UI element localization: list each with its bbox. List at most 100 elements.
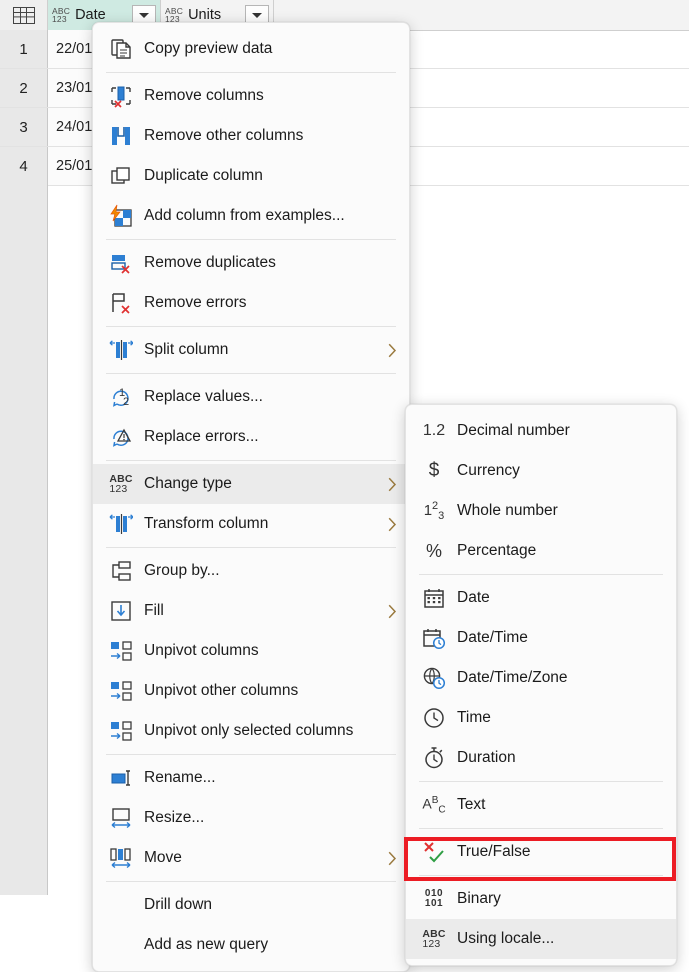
menu-item-decimal-number[interactable]: 1.2Decimal number [406, 411, 676, 451]
move-icon [106, 844, 136, 872]
menu-separator [419, 574, 663, 575]
chevron-right-icon [385, 604, 399, 619]
abc-123-any-type-icon: ABC123 [106, 470, 136, 498]
menu-item-label: Resize... [144, 809, 385, 827]
menu-item-remove-columns[interactable]: Remove columns [93, 76, 409, 116]
menu-item-label: Transform column [144, 515, 385, 533]
menu-item-resize[interactable]: Resize... [93, 798, 409, 838]
menu-item-label: Drill down [144, 896, 385, 914]
menu-item-label: Add column from examples... [144, 207, 385, 225]
menu-item-true-false[interactable]: True/False [406, 832, 676, 872]
date-time-icon [419, 624, 449, 652]
menu-item-label: Add as new query [144, 936, 385, 954]
row-number: 4 [0, 147, 48, 185]
row-number: 2 [0, 69, 48, 107]
menu-item-whole-number[interactable]: 123Whole number [406, 491, 676, 531]
chevron-right-icon [385, 851, 399, 866]
menu-item-binary[interactable]: 010101Binary [406, 879, 676, 919]
select-all-table-icon[interactable] [0, 0, 48, 30]
menu-separator [419, 781, 663, 782]
chevron-right-icon [385, 343, 399, 358]
menu-separator [419, 828, 663, 829]
menu-item-label: Date/Time [457, 629, 652, 647]
menu-item-label: Duplicate column [144, 167, 385, 185]
menu-item-date[interactable]: Date [406, 578, 676, 618]
abc-123-any-type-icon: ABC123 [419, 925, 449, 953]
date-time-zone-icon [419, 664, 449, 692]
menu-item-date-time-zone[interactable]: Date/Time/Zone [406, 658, 676, 698]
change-type-submenu[interactable]: 1.2Decimal number $ Currency 123Whole numbe… [405, 404, 677, 966]
column-context-menu[interactable]: Copy preview data Remove columnsRemove ot… [92, 22, 410, 972]
currency-icon: $ [419, 457, 449, 485]
row-gutter-filler [0, 182, 48, 895]
split-column-icon [106, 336, 136, 364]
menu-item-label: Percentage [457, 542, 652, 560]
menu-item-label: Replace values... [144, 388, 385, 406]
menu-item-label: Date [457, 589, 652, 607]
percentage-icon: % [419, 537, 449, 565]
menu-item-label: Unpivot only selected columns [144, 722, 385, 740]
menu-item-label: Time [457, 709, 652, 727]
menu-item-label: Unpivot other columns [144, 682, 385, 700]
menu-item-move[interactable]: Move [93, 838, 409, 878]
menu-item-change-type[interactable]: ABC123 Change type [93, 464, 409, 504]
menu-item-transform-column[interactable]: Transform column [93, 504, 409, 544]
unpivot-selected-columns-icon [106, 717, 136, 745]
menu-item-split-column[interactable]: Split column [93, 330, 409, 370]
menu-separator [106, 373, 396, 374]
menu-item-fill[interactable]: Fill [93, 591, 409, 631]
menu-item-percentage[interactable]: % Percentage [406, 531, 676, 571]
chevron-right-icon [385, 517, 399, 532]
menu-separator [106, 72, 396, 73]
replace-values-icon: 12 [106, 383, 136, 411]
transform-column-icon [106, 510, 136, 538]
replace-errors-icon [106, 423, 136, 451]
menu-item-add-as-new-query[interactable]: Add as new query [93, 925, 409, 965]
menu-separator [106, 881, 396, 882]
menu-item-text[interactable]: ABCText [406, 785, 676, 825]
menu-item-unpivot-columns[interactable]: Unpivot columns [93, 631, 409, 671]
menu-item-add-column-from-examples[interactable]: Add column from examples... [93, 196, 409, 236]
column-header-label: Units [188, 7, 245, 23]
menu-item-label: Text [457, 796, 652, 814]
menu-item-time[interactable]: Time [406, 698, 676, 738]
clock-time-icon [419, 704, 449, 732]
menu-item-rename[interactable]: Rename... [93, 758, 409, 798]
menu-item-label: Rename... [144, 769, 385, 787]
remove-duplicates-icon [106, 249, 136, 277]
rename-icon [106, 764, 136, 792]
menu-item-label: Change type [144, 475, 385, 493]
menu-item-label: Currency [457, 462, 652, 480]
menu-item-label: Duration [457, 749, 652, 767]
menu-item-duplicate-column[interactable]: Duplicate column [93, 156, 409, 196]
menu-item-drill-down[interactable]: Drill down [93, 885, 409, 925]
row-number: 3 [0, 108, 48, 146]
menu-item-replace-values[interactable]: 12 Replace values... [93, 377, 409, 417]
menu-item-label: Replace errors... [144, 428, 385, 446]
abc-123-any-type-icon: ABC 123 [165, 7, 183, 24]
duration-stopwatch-icon [419, 744, 449, 772]
menu-item-replace-errors[interactable]: Replace errors... [93, 417, 409, 457]
fill-down-icon [106, 597, 136, 625]
menu-item-label: Fill [144, 602, 385, 620]
menu-item-remove-duplicates[interactable]: Remove duplicates [93, 243, 409, 283]
true-false-icon [419, 838, 449, 866]
copy-icon [106, 35, 136, 63]
menu-item-unpivot-only-selected-columns[interactable]: Unpivot only selected columns [93, 711, 409, 751]
menu-item-unpivot-other-columns[interactable]: Unpivot other columns [93, 671, 409, 711]
menu-item-using-locale[interactable]: ABC123Using locale... [406, 919, 676, 959]
menu-item-remove-other-columns[interactable]: Remove other columns [93, 116, 409, 156]
svg-text:2: 2 [123, 396, 129, 408]
remove-errors-icon [106, 289, 136, 317]
column-header-label: Date [75, 7, 132, 23]
unpivot-columns-icon [106, 637, 136, 665]
menu-item-currency[interactable]: $ Currency [406, 451, 676, 491]
menu-separator [106, 547, 396, 548]
menu-item-label: Remove duplicates [144, 254, 385, 272]
menu-item-copy-preview-data[interactable]: Copy preview data [93, 29, 409, 69]
menu-item-date-time[interactable]: Date/Time [406, 618, 676, 658]
menu-item-group-by[interactable]: Group by... [93, 551, 409, 591]
resize-icon [106, 804, 136, 832]
menu-item-duration[interactable]: Duration [406, 738, 676, 778]
menu-item-remove-errors[interactable]: Remove errors [93, 283, 409, 323]
